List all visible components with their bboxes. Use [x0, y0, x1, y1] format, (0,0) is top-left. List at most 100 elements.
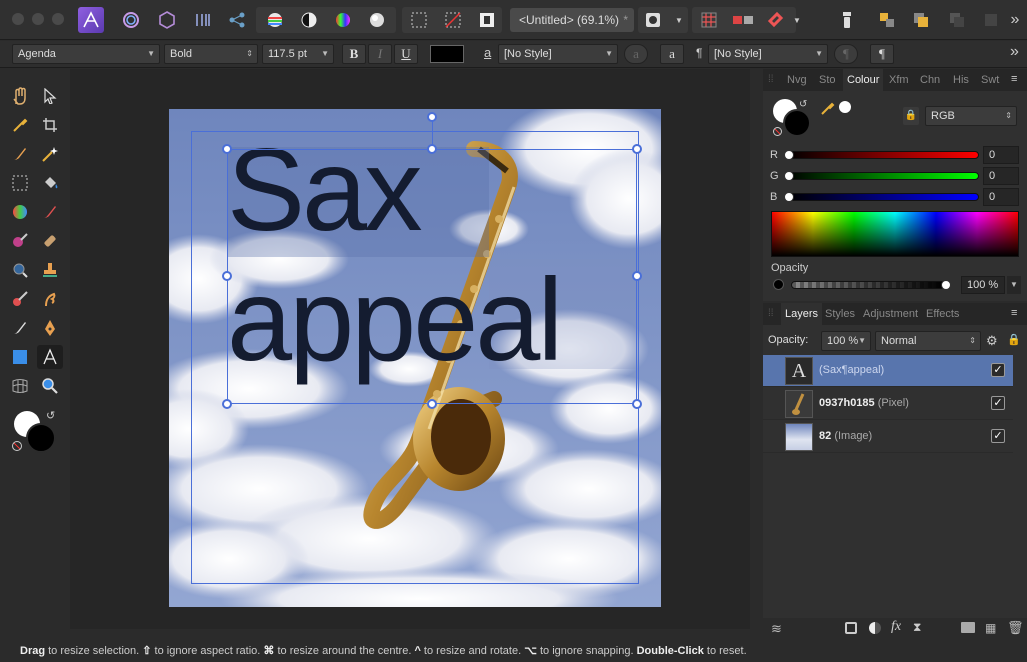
crop-tool-icon[interactable]	[39, 114, 61, 136]
handle-top-center[interactable]	[427, 144, 437, 154]
blur-brush-icon[interactable]	[9, 317, 31, 339]
blend-mode-dropdown[interactable]: Normal ⇕	[875, 331, 981, 351]
quick-mask-dropdown-icon[interactable]: ▼	[672, 7, 686, 33]
eyedropper-icon[interactable]	[821, 101, 835, 118]
no-color-icon[interactable]	[12, 441, 22, 451]
r-slider[interactable]	[787, 151, 979, 159]
tab-adjustment[interactable]: Adjustment	[863, 303, 918, 325]
minimize-window-button[interactable]	[32, 13, 44, 25]
add-mask-icon[interactable]	[845, 622, 857, 634]
handle-top-right[interactable]	[632, 144, 642, 154]
italic-button[interactable]: I	[368, 44, 392, 64]
gradient-tool-icon[interactable]	[9, 201, 31, 223]
lock-icon[interactable]: 🔒	[903, 107, 919, 125]
layer-row-text[interactable]: A (Sax¶appeal) ✓	[763, 355, 1013, 387]
color-wells[interactable]: ↺	[12, 409, 58, 453]
layer-visibility-checkbox[interactable]: ✓	[991, 429, 1005, 443]
handle-bottom-right[interactable]	[632, 399, 642, 409]
swap-colors-icon[interactable]: ↺	[46, 409, 55, 422]
chevron-down-icon[interactable]: ▼	[1007, 276, 1021, 294]
insert-behind-icon[interactable]	[910, 7, 932, 33]
tab-channels[interactable]: Chn	[920, 69, 940, 91]
underline-button[interactable]: U	[394, 44, 418, 64]
character-style-dropdown[interactable]: [No Style] ▼	[498, 44, 618, 64]
white-balance-icon[interactable]	[366, 7, 388, 33]
liquify-persona-icon[interactable]	[156, 7, 178, 33]
tab-layers[interactable]: Layers	[781, 303, 823, 325]
no-color-icon[interactable]	[773, 127, 782, 136]
close-window-button[interactable]	[12, 13, 24, 25]
marquee-tool-icon[interactable]	[9, 172, 31, 194]
opacity-value-field[interactable]: 100 %	[961, 276, 1005, 294]
view-tool-hand-icon[interactable]	[9, 85, 31, 107]
handle-bottom-center[interactable]	[427, 399, 437, 409]
g-value-field[interactable]: 0	[983, 167, 1019, 185]
snapping-magnet-icon[interactable]	[764, 7, 788, 33]
zoom-blur-icon[interactable]	[9, 259, 31, 281]
lock-icon[interactable]: 🔒	[1007, 333, 1021, 346]
arrange-icon[interactable]	[876, 7, 898, 33]
layer-visibility-checkbox[interactable]: ✓	[991, 363, 1005, 377]
tab-history[interactable]: His	[953, 69, 969, 91]
bold-button[interactable]: B	[342, 44, 366, 64]
red-eye-brush-icon[interactable]	[9, 288, 31, 310]
paragraph-style-dropdown[interactable]: [No Style] ▼	[708, 44, 828, 64]
photo-persona-icon[interactable]	[120, 7, 142, 33]
layer-visibility-checkbox[interactable]: ✓	[991, 396, 1005, 410]
invert-selection-icon[interactable]	[476, 7, 498, 33]
rectangle-tool-icon[interactable]	[9, 346, 31, 368]
live-filter-icon[interactable]: ⧗	[913, 620, 921, 635]
levels-icon[interactable]	[264, 7, 286, 33]
app-logo-icon[interactable]	[78, 7, 104, 33]
assistant-icon[interactable]	[836, 7, 858, 33]
panel-menu-icon[interactable]: ≡	[1011, 73, 1017, 85]
snapping-dropdown-icon[interactable]: ▼	[790, 7, 804, 33]
artistic-text-tool-icon[interactable]	[37, 345, 63, 369]
handle-bottom-left[interactable]	[222, 399, 232, 409]
layer-row-pixel[interactable]: 0937h0185 (Pixel) ✓	[763, 388, 1013, 420]
mesh-warp-icon[interactable]	[9, 375, 31, 397]
handle-top-left[interactable]	[222, 144, 232, 154]
paragraph-style-options-icon[interactable]: ¶	[834, 44, 858, 64]
dodge-tool-icon[interactable]	[9, 230, 31, 252]
swap-colors-icon[interactable]: ↺	[799, 99, 807, 110]
picked-color-swatch[interactable]	[839, 101, 851, 113]
deselect-icon[interactable]	[442, 7, 464, 33]
tab-swatches[interactable]: Swt	[981, 69, 999, 91]
share-icon[interactable]	[226, 7, 248, 33]
color-spectrum[interactable]	[771, 211, 1019, 257]
character-style-options-icon[interactable]: a	[624, 44, 648, 64]
paint-brush-icon[interactable]	[39, 201, 61, 223]
secondary-color-well[interactable]	[26, 423, 56, 453]
zoom-window-button[interactable]	[52, 13, 64, 25]
panel-menu-icon[interactable]: ≡	[1011, 307, 1017, 319]
zoom-tool-icon[interactable]	[39, 375, 61, 397]
add-pixel-layer-icon[interactable]: ▦	[985, 621, 996, 635]
black-white-icon[interactable]	[298, 7, 320, 33]
adjustment-icon[interactable]	[869, 622, 881, 634]
grid-icon[interactable]	[698, 7, 720, 33]
delete-layer-icon[interactable]: 🗑	[1007, 620, 1024, 636]
add-group-folder-icon[interactable]	[961, 622, 975, 633]
font-family-dropdown[interactable]: Agenda ▼	[12, 44, 160, 64]
tab-transform[interactable]: Xfm	[889, 69, 909, 91]
paragraph-panel-button[interactable]: ¶	[870, 44, 894, 64]
force-pixel-alignment-icon[interactable]	[730, 7, 756, 33]
layer-row-image[interactable]: 82 (Image) ✓	[763, 421, 1013, 453]
drag-grip-icon[interactable]: ⁞⁞	[768, 308, 774, 319]
selection-brush-icon[interactable]	[9, 143, 31, 165]
quick-mask-icon[interactable]	[642, 7, 664, 33]
color-picker-icon[interactable]	[9, 114, 31, 136]
handle-middle-right[interactable]	[632, 271, 642, 281]
tab-effects[interactable]: Effects	[926, 303, 959, 325]
panel-color-wells[interactable]: ↺	[773, 99, 813, 137]
fx-icon[interactable]: fx	[891, 619, 901, 635]
clone-stamp-icon[interactable]	[39, 259, 61, 281]
hsl-icon[interactable]	[332, 7, 354, 33]
text-color-swatch[interactable]	[430, 45, 464, 63]
move-front-icon[interactable]	[980, 7, 1002, 33]
g-slider[interactable]	[787, 172, 979, 180]
context-overflow-icon[interactable]: »	[1010, 43, 1019, 61]
toolbar-overflow-icon[interactable]: »	[1006, 7, 1024, 33]
tab-colour[interactable]: Colour	[843, 69, 884, 91]
